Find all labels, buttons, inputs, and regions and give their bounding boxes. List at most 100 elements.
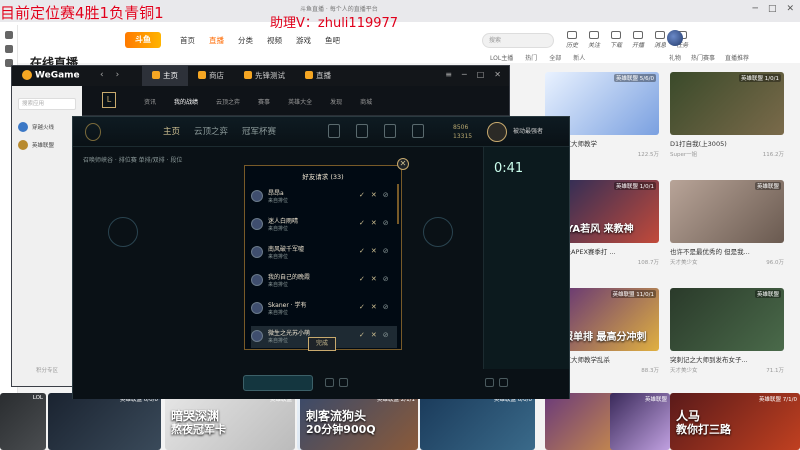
block-icon[interactable]: ⊘ (383, 303, 389, 311)
store-icon[interactable] (412, 124, 424, 138)
broadcast-button[interactable]: 开播 (632, 31, 644, 49)
game-nav-champions[interactable]: 英雄大全 (288, 97, 312, 106)
wegame-tab-beta[interactable]: 先锋测试 (234, 66, 295, 86)
wegame-logo[interactable]: WeGame (22, 70, 80, 81)
decline-icon[interactable]: ✕ (371, 247, 377, 255)
game-nav-news[interactable]: 资讯 (144, 97, 156, 106)
accept-icon[interactable]: ✓ (359, 191, 365, 199)
subnav-item[interactable]: LOL主播 (490, 53, 513, 62)
back-icon[interactable]: ‹ (100, 70, 104, 80)
lol-tab-clash[interactable]: 冠军杯赛 (242, 125, 276, 137)
stream-card-bottom[interactable]: 英雄联盟 暗哭深渊 熬夜冠军卡 (165, 393, 295, 450)
lol-tab-tft[interactable]: 云顶之弈 (194, 125, 228, 137)
chat-icon[interactable] (339, 378, 348, 387)
block-icon[interactable]: ⊘ (383, 191, 389, 199)
subnav-right-item[interactable]: 礼物 (669, 53, 681, 62)
streamer-name[interactable]: 天才美少女 (670, 366, 698, 374)
find-match-button[interactable] (243, 375, 313, 391)
nav-video[interactable]: 视频 (267, 35, 282, 46)
stream-thumbnail[interactable]: 英雄联盟 1/0/1 (670, 72, 784, 135)
stream-card-bottom[interactable]: 英雄联盟 7/1/0 人马 教你打三路 (670, 393, 800, 450)
accept-icon[interactable]: ✓ (359, 303, 365, 311)
block-icon[interactable]: ⊘ (383, 275, 389, 283)
wegame-tab-store[interactable]: 商店 (188, 66, 234, 86)
history-button[interactable]: 历史 (566, 31, 578, 49)
help-icon[interactable] (499, 378, 508, 387)
site-logo[interactable]: 斗鱼 (125, 32, 161, 48)
wegame-tab-home[interactable]: 主页 (142, 66, 188, 86)
sidebar-item-lol[interactable]: 英雄联盟 (18, 140, 76, 150)
profile-icon[interactable] (328, 124, 340, 138)
user-avatar[interactable] (667, 30, 683, 46)
message-button[interactable]: 消息 (654, 31, 666, 49)
subnav-item[interactable]: 全部 (549, 53, 561, 62)
menu-icon[interactable]: ≡ (445, 70, 452, 79)
maximize-icon[interactable]: □ (768, 4, 777, 14)
decline-icon[interactable]: ✕ (371, 219, 377, 227)
stream-card-bottom[interactable]: 英雄联盟 0/0/0 (420, 393, 535, 450)
accept-icon[interactable]: ✓ (359, 275, 365, 283)
stream-thumbnail[interactable]: 英雄联盟 (670, 180, 784, 243)
stream-card[interactable]: 英雄联盟 1/0/1 D1打自我(上3005) Super一姐 116.2万 (670, 72, 784, 158)
game-nav-tft[interactable]: 云顶之弈 (216, 97, 240, 106)
accept-icon[interactable]: ✓ (359, 219, 365, 227)
game-nav-record[interactable]: 我的战绩 (174, 97, 198, 106)
maximize-icon[interactable]: □ (477, 70, 485, 79)
nav-live[interactable]: 直播 (209, 35, 224, 46)
close-icon[interactable]: ✕ (494, 70, 501, 79)
game-nav-discover[interactable]: 发现 (330, 97, 342, 106)
nav-home[interactable]: 首页 (180, 35, 195, 46)
stream-card-bottom[interactable]: LOL (0, 393, 46, 450)
stream-card[interactable]: 英雄联盟 也许不是最优秀的 但是我... 天才美少女 96.0万 (670, 180, 784, 266)
download-button[interactable]: 下载 (610, 31, 622, 49)
nav-game[interactable]: 游戏 (296, 35, 311, 46)
streamer-name[interactable]: Super一姐 (670, 150, 697, 158)
stream-title[interactable]: D1打自我(上3005) (670, 138, 784, 148)
decline-icon[interactable]: ✕ (371, 303, 377, 311)
lol-tab-home[interactable]: 主页 (163, 125, 180, 137)
close-icon[interactable]: ✕ (397, 158, 409, 170)
summoner-avatar[interactable] (487, 122, 507, 142)
stream-card-bottom[interactable]: 英雄联盟 2/1/1 刺客流狗头 20分钟900Q (300, 393, 418, 450)
minimize-icon[interactable]: ─ (753, 4, 758, 14)
loot-icon[interactable] (384, 124, 396, 138)
streamer-name[interactable]: 天才美少女 (670, 258, 698, 266)
stream-title[interactable]: 突刺记之大师到发布女子... (670, 354, 784, 364)
block-icon[interactable]: ⊘ (383, 331, 389, 339)
lol-logo-icon[interactable]: L (102, 92, 116, 108)
stream-card[interactable]: 英雄联盟 突刺记之大师到发布女子... 天才美少女 71.1万 (670, 288, 784, 374)
close-icon[interactable]: ✕ (786, 4, 794, 14)
decline-icon[interactable]: ✕ (371, 191, 377, 199)
rail-icon[interactable] (4, 45, 13, 53)
subnav-right-item[interactable]: 热门赛事 (691, 53, 715, 62)
subnav-item[interactable]: 新人 (573, 53, 585, 62)
decline-icon[interactable]: ✕ (371, 275, 377, 283)
sidebar-item-cf[interactable]: 穿越火线 (18, 122, 76, 132)
wegame-search-input[interactable]: 搜索应用 (18, 98, 76, 110)
accept-icon[interactable]: ✓ (359, 247, 365, 255)
follow-button[interactable]: 关注 (588, 31, 600, 49)
subnav-item[interactable]: 热门 (525, 53, 537, 62)
wegame-tab-live[interactable]: 直播 (295, 66, 341, 86)
site-search-input[interactable]: 搜索 (482, 33, 554, 48)
lol-logo-icon[interactable] (85, 123, 101, 141)
subnav-right-item[interactable]: 直播推荐 (725, 53, 749, 62)
accept-icon[interactable]: ✓ (359, 331, 365, 339)
done-button[interactable]: 完成 (308, 337, 336, 351)
nav-fishbar[interactable]: 鱼吧 (325, 35, 340, 46)
modal-scrollbar[interactable] (397, 184, 399, 224)
game-nav-esports[interactable]: 赛事 (258, 97, 270, 106)
invite-icon[interactable] (325, 378, 334, 387)
game-nav-shop[interactable]: 商城 (360, 97, 372, 106)
sidebar-footer[interactable]: 积分专区 (36, 366, 58, 374)
stream-card-bottom[interactable]: 英雄联盟 0/0/0 (48, 393, 161, 450)
rail-icon[interactable] (4, 31, 13, 39)
decline-icon[interactable]: ✕ (371, 331, 377, 339)
forward-icon[interactable]: › (116, 70, 120, 80)
block-icon[interactable]: ⊘ (383, 247, 389, 255)
minimize-icon[interactable]: ─ (462, 70, 467, 79)
stream-thumbnail[interactable]: 英雄联盟 (670, 288, 784, 351)
block-icon[interactable]: ⊘ (383, 219, 389, 227)
stream-card-bottom[interactable]: 英雄联盟 (610, 393, 670, 450)
settings-icon[interactable] (485, 378, 494, 387)
